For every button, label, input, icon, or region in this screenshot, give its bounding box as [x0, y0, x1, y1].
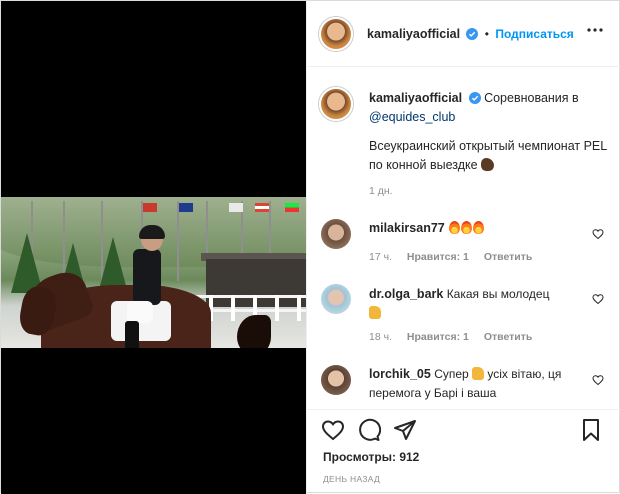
flag — [255, 203, 269, 212]
flag — [285, 203, 299, 212]
fire-emoji-icon — [473, 221, 485, 234]
reply-button[interactable]: Ответить — [484, 331, 533, 343]
posted-time[interactable]: ДЕНЬ НАЗАД — [323, 474, 380, 484]
comments-list[interactable]: kamaliyaofficial Соревнования в @equides… — [307, 67, 620, 409]
comment-meta: 17 ч. Нравится: 1 Ответить — [369, 251, 544, 263]
commenter-username[interactable]: milakirsan77 — [369, 221, 445, 235]
commenter-username[interactable]: dr.olga_bark — [369, 287, 443, 301]
thumbs-up-emoji-icon — [369, 306, 381, 319]
commenter-avatar[interactable] — [321, 284, 351, 314]
rider — [133, 249, 161, 305]
fire-emoji-icon — [449, 221, 461, 234]
rider-leg — [127, 301, 153, 323]
commenter-avatar[interactable] — [321, 365, 351, 395]
instagram-post-window: kamaliyaofficial • Подписаться kamaliyao… — [0, 0, 620, 494]
caption-mention-link[interactable]: @equides_club — [369, 110, 455, 124]
horse-emoji-icon — [481, 158, 495, 171]
thumbs-up-emoji-icon — [472, 367, 485, 380]
comment-text: Какая вы молодец — [446, 287, 550, 301]
flag — [229, 203, 243, 212]
views-count[interactable]: Просмотры: 912 — [323, 450, 419, 464]
author-avatar[interactable] — [319, 17, 353, 51]
comment: lorchik_05 Супер усіх вітаю, ця перемога… — [369, 365, 591, 403]
flag — [143, 203, 157, 212]
comment-like-heart-icon[interactable] — [592, 228, 604, 240]
more-options-icon[interactable] — [586, 27, 604, 33]
comment-time[interactable]: 17 ч. — [369, 251, 392, 263]
paper-plane-icon[interactable] — [393, 418, 417, 442]
post-header: kamaliyaofficial • Подписаться — [307, 1, 620, 67]
reply-button[interactable]: Ответить — [484, 251, 533, 263]
rider-boot — [125, 321, 139, 348]
flag-pole — [177, 201, 179, 281]
caption-username[interactable]: kamaliyaofficial — [369, 91, 462, 105]
comment-meta: 18 ч. Нравится: 1 Ответить — [369, 331, 544, 343]
rider-helmet — [139, 225, 165, 239]
comment-likes[interactable]: Нравится: 1 — [407, 331, 469, 343]
caption-avatar[interactable] — [319, 87, 353, 121]
comment-time[interactable]: 18 ч. — [369, 331, 392, 343]
horse-tail — [237, 315, 271, 348]
caption-time[interactable]: 1 дн. — [369, 185, 393, 197]
comment: dr.olga_bark Какая вы молодец — [369, 285, 591, 323]
caption: kamaliyaofficial Соревнования в @equides… — [369, 89, 614, 175]
header-separator: • — [484, 27, 489, 41]
post-actions-bar: Просмотры: 912 ДЕНЬ НАЗАД — [307, 409, 620, 494]
verified-badge-icon — [468, 92, 481, 104]
flag — [179, 203, 193, 212]
video-player[interactable] — [1, 1, 306, 494]
video-frame-dressage — [1, 197, 306, 348]
bookmark-icon[interactable] — [579, 418, 603, 442]
commenter-avatar[interactable] — [321, 219, 351, 249]
post-side-panel: kamaliyaofficial • Подписаться kamaliyao… — [306, 1, 620, 494]
author-username[interactable]: kamaliyaofficial — [367, 27, 460, 41]
follow-button[interactable]: Подписаться — [495, 27, 573, 41]
caption-text-start: Соревнования в — [484, 91, 579, 105]
comment-text: Супер — [434, 367, 469, 381]
heart-icon[interactable] — [321, 418, 345, 442]
comment-likes[interactable]: Нравится: 1 — [407, 251, 469, 263]
comment-bubble-icon[interactable] — [357, 418, 381, 442]
commenter-username[interactable]: lorchik_05 — [369, 367, 431, 381]
comment-like-heart-icon[interactable] — [592, 374, 604, 386]
comment-like-heart-icon[interactable] — [592, 293, 604, 305]
fire-emoji-icon — [461, 221, 473, 234]
header-user-line: kamaliyaofficial • Подписаться — [367, 27, 574, 41]
comment: milakirsan77 — [369, 219, 591, 238]
verified-badge-icon — [466, 28, 479, 40]
